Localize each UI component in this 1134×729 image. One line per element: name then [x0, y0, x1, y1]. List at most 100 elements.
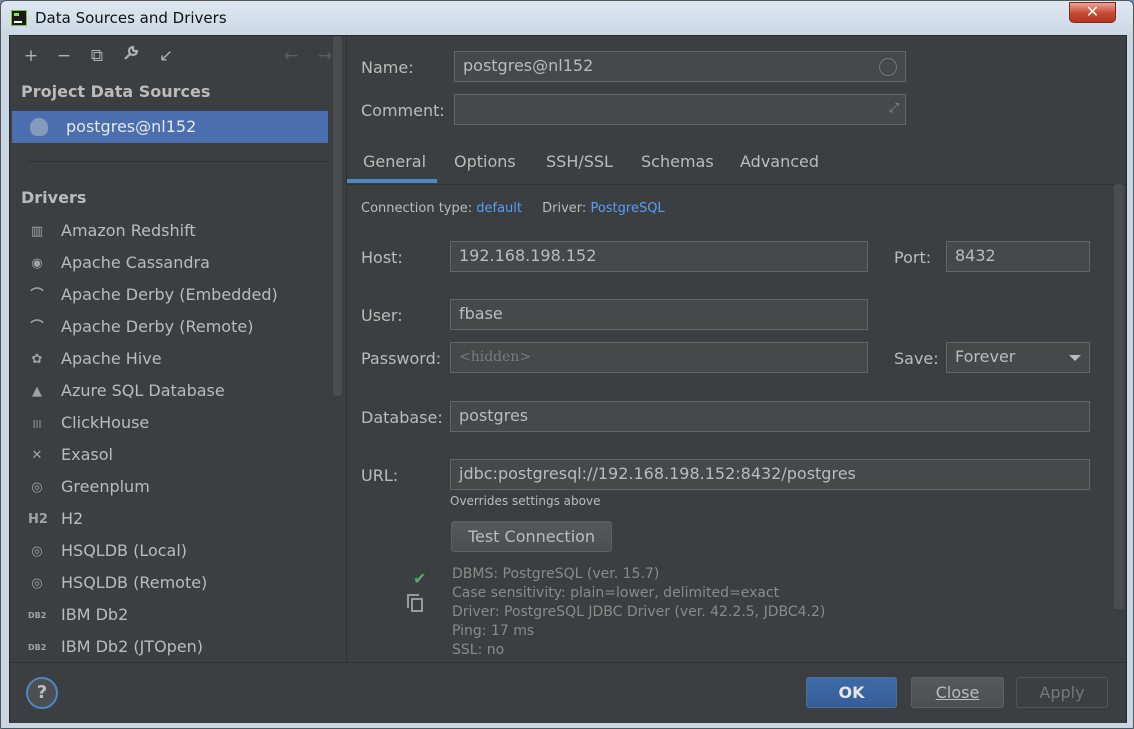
data-source-item[interactable]: postgres@nl152 [12, 111, 328, 143]
driver-link[interactable]: PostgreSQL [590, 201, 664, 216]
port-label: Port: [894, 248, 932, 267]
window-title: Data Sources and Drivers [35, 9, 227, 27]
hsqldb-icon: ◎ [31, 576, 43, 591]
add-icon[interactable]: + [20, 45, 42, 67]
help-button[interactable]: ? [26, 677, 58, 709]
main-scrollbar[interactable] [1114, 184, 1124, 609]
driver-label: IBM Db2 [61, 605, 129, 624]
wrench-icon[interactable] [120, 45, 142, 67]
sidebar-divider [28, 161, 328, 162]
driver-label: Apache Derby (Embedded) [61, 285, 278, 304]
project-data-sources-header: Project Data Sources [21, 82, 211, 101]
import-icon[interactable]: ↙ [155, 45, 177, 67]
save-value: Forever [955, 347, 1016, 366]
password-label: Password: [361, 349, 442, 368]
tab-options[interactable]: Options [454, 152, 516, 171]
driver-label: Amazon Redshift [61, 221, 196, 240]
port-field[interactable]: 8432 [946, 241, 1090, 272]
azure-icon: ▲ [32, 384, 42, 399]
sidebar-scrollbar[interactable] [333, 36, 342, 396]
url-field[interactable]: jdbc:postgresql://192.168.198.152:8432/p… [450, 459, 1090, 490]
driver-label: Apache Cassandra [61, 253, 210, 272]
tab-bar: General Options SSH/SSL Schemas Advanced [347, 146, 1126, 185]
cassandra-icon: ◉ [31, 256, 43, 271]
tab-advanced[interactable]: Advanced [740, 152, 819, 171]
connection-type-label: Connection type: [361, 201, 473, 216]
user-label: User: [361, 306, 403, 325]
host-field[interactable]: 192.168.198.152 [450, 241, 868, 272]
connection-type-row: Connection type: default Driver: Postgre… [361, 201, 665, 216]
ibm-db2-icon: DB2 [28, 611, 47, 620]
dialog-footer: ? OK Close Apply [10, 662, 1126, 723]
hsqldb-icon: ◎ [31, 544, 43, 559]
tab-schemas[interactable]: Schemas [641, 152, 714, 171]
active-tab-indicator [347, 179, 437, 183]
status-dbms: DBMS: PostgreSQL (ver. 15.7) [452, 566, 660, 582]
connection-type-link[interactable]: default [476, 201, 522, 216]
drivers-header: Drivers [21, 188, 87, 207]
database-label: Database: [361, 408, 443, 427]
save-dropdown[interactable]: Forever [946, 342, 1090, 373]
driver-label: Azure SQL Database [61, 381, 225, 400]
driver-label: ClickHouse [61, 413, 150, 432]
duplicate-icon[interactable]: ⧉ [86, 45, 108, 67]
copy-icon[interactable] [407, 594, 423, 612]
chevron-down-icon [1069, 355, 1081, 361]
comment-field[interactable]: ⤢ [454, 94, 906, 125]
driver-label: HSQLDB (Local) [61, 541, 188, 560]
apply-button[interactable]: Apply [1016, 677, 1108, 708]
driver-label: HSQLDB (Remote) [61, 573, 208, 592]
data-source-label: postgres@nl152 [66, 117, 197, 136]
window-close-button[interactable]: ✕ [1069, 2, 1116, 23]
save-label: Save: [894, 349, 939, 368]
name-field[interactable]: postgres@nl152 [454, 51, 906, 82]
exasol-icon: ✕ [31, 448, 43, 463]
status-driver: Driver: PostgreSQL JDBC Driver (ver. 42.… [452, 604, 826, 620]
ok-button[interactable]: OK [806, 677, 897, 708]
password-field[interactable]: <hidden> [450, 342, 868, 373]
remove-icon[interactable]: − [53, 45, 75, 67]
status-ping: Ping: 17 ms [452, 623, 535, 639]
driver-label: Driver: [542, 201, 587, 216]
tab-ssh-ssl[interactable]: SSH/SSL [546, 152, 613, 171]
clickhouse-icon: ||| [32, 419, 42, 428]
sidebar-toolbar: + − ⧉ ↙ ← → [10, 36, 346, 76]
redshift-icon: ▥ [30, 224, 44, 239]
name-value: postgres@nl152 [463, 56, 594, 75]
h2-icon: H2 [28, 512, 48, 527]
url-note: Overrides settings above [450, 494, 601, 508]
success-check-icon: ✔ [413, 569, 427, 588]
greenplum-icon: ◎ [31, 480, 43, 495]
sidebar: + − ⧉ ↙ ← → Project Data Sources postgre… [10, 36, 347, 662]
hive-icon: ✿ [31, 352, 43, 367]
dialog-window: Data Sources and Drivers ✕ + − ⧉ ↙ ← → P… [0, 0, 1134, 729]
derby-icon: ⌒ [30, 320, 44, 335]
driver-label: Apache Hive [61, 349, 162, 368]
user-field[interactable]: fbase [450, 299, 868, 330]
comment-label: Comment: [361, 101, 445, 120]
driver-label: Greenplum [61, 477, 150, 496]
expand-icon[interactable]: ⤢ [889, 101, 899, 116]
title-bar: Data Sources and Drivers ✕ [1, 1, 1133, 35]
driver-label: IBM Db2 (JTOpen) [61, 637, 204, 656]
status-ssl: SSL: no [452, 642, 505, 658]
close-button-label: Close [935, 683, 980, 702]
name-label: Name: [361, 58, 414, 77]
database-field[interactable]: postgres [450, 401, 1090, 432]
driver-label: Exasol [61, 445, 113, 464]
test-connection-button[interactable]: Test Connection [451, 521, 612, 552]
app-icon [11, 10, 27, 26]
derby-icon: ⌒ [30, 288, 44, 303]
back-arrow-icon[interactable]: ← [280, 45, 302, 67]
dialog-content: + − ⧉ ↙ ← → Project Data Sources postgre… [9, 35, 1127, 723]
color-circle-icon[interactable] [879, 58, 897, 76]
url-label: URL: [361, 466, 399, 485]
driver-label: Apache Derby (Remote) [61, 317, 254, 336]
driver-label: H2 [61, 509, 84, 528]
status-case-sensitivity: Case sensitivity: plain=lower, delimited… [452, 585, 780, 601]
tab-general[interactable]: General [363, 152, 426, 171]
main-panel: Name: postgres@nl152 Comment: ⤢ General … [347, 36, 1126, 662]
close-button[interactable]: Close [911, 677, 1004, 708]
postgresql-icon [30, 118, 48, 136]
host-label: Host: [361, 248, 403, 267]
